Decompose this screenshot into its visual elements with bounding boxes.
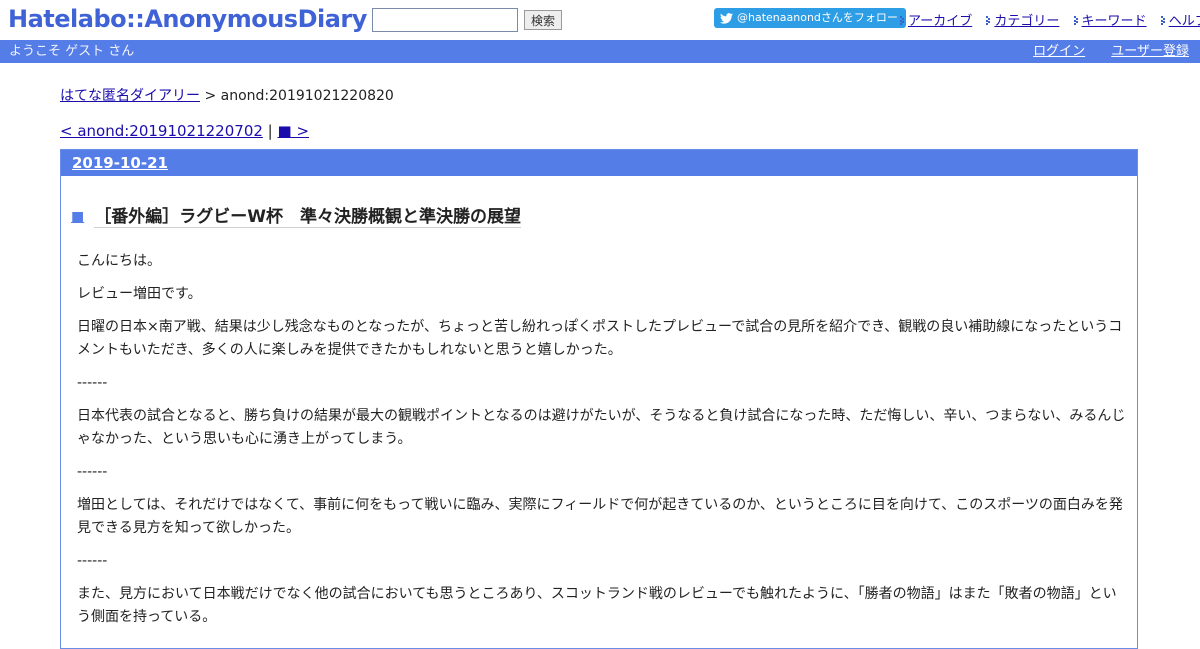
arrow-bullet-icon (900, 16, 904, 25)
entry-date-link[interactable]: 2019-10-21 (72, 154, 168, 172)
body-divider: ------ (77, 553, 108, 569)
entry-title-text: ［番外編］ラグビーW杯 準々決勝概観と準決勝の展望 (94, 207, 521, 228)
search-button[interactable]: 検索 (524, 10, 563, 30)
body-paragraph: また、見方において日本戦だけでなく他の試合においても思うところあり、スコットラン… (77, 586, 1117, 625)
body-paragraph: レビュー増田です。 (77, 286, 202, 302)
breadcrumb: はてな匿名ダイアリー > anond:20191021220820 (60, 85, 394, 105)
day-header: 2019-10-21 (61, 150, 1137, 176)
nav-help-link[interactable]: ヘルプ (1169, 14, 1200, 29)
body-divider: ------ (77, 464, 108, 480)
user-links: ログイン ユーザー登録 (1011, 40, 1189, 63)
welcome-text: ようこそ ゲスト さん (9, 44, 135, 59)
user-bar: ようこそ ゲスト さん ログイン ユーザー登録 (0, 40, 1200, 63)
prev-entry-link[interactable]: < anond:20191021220702 (60, 122, 263, 140)
header-nav: アーカイブ カテゴリー キーワード ヘルプ (900, 10, 1200, 29)
arrow-bullet-icon (1073, 16, 1078, 25)
register-link[interactable]: ユーザー登録 (1111, 44, 1189, 59)
header: Hatelabo::AnonymousDiary 検索 @hatenaanond… (0, 0, 1200, 40)
body-paragraph: 増田としては、それだけではなくて、事前に何をもって戦いに臨み、実際にフィールドで… (77, 497, 1123, 536)
arrow-bullet-icon (986, 16, 991, 25)
arrow-bullet-icon (1160, 16, 1165, 25)
nav-category-link[interactable]: カテゴリー (994, 14, 1059, 29)
body-paragraph: こんにちは。 (77, 253, 161, 269)
login-link[interactable]: ログイン (1033, 44, 1085, 59)
body-paragraph: 日曜の日本×南ア戦、結果は少し残念なものとなったが、ちょっと苦し紛れっぽくポスト… (77, 319, 1123, 358)
breadcrumb-current: anond:20191021220820 (220, 88, 394, 104)
site-logo[interactable]: Hatelabo::AnonymousDiary (8, 5, 367, 33)
pager-separator: | (262, 122, 278, 140)
nav-keyword-link[interactable]: キーワード (1082, 14, 1147, 29)
body-divider: ------ (77, 375, 108, 391)
entry-permalink-icon[interactable]: ■ (71, 209, 84, 225)
next-entry-link[interactable]: ■ > (278, 122, 310, 140)
breadcrumb-separator: > (200, 88, 221, 104)
twitter-follow-button[interactable]: @hatenaanondさんをフォロー (714, 8, 906, 28)
nav-archive-link[interactable]: アーカイブ (908, 14, 972, 29)
follow-label: @hatenaanondさんをフォロー (737, 11, 898, 24)
breadcrumb-home-link[interactable]: はてな匿名ダイアリー (60, 88, 200, 104)
entry-body: こんにちは。 レビュー増田です。 日曜の日本×南ア戦、結果は少し残念なものとなっ… (77, 250, 1129, 639)
entry-title: ■ ［番外編］ラグビーW杯 準々決勝概観と準決勝の展望 (71, 202, 521, 228)
body-paragraph: 日本代表の試合となると、勝ち負けの結果が最大の観戦ポイントとなるのは避けがたいが… (77, 408, 1126, 447)
diary-day: 2019-10-21 ■ ［番外編］ラグビーW杯 準々決勝概観と準決勝の展望 こん… (60, 149, 1138, 649)
search-input[interactable] (372, 8, 518, 32)
entry-pager: < anond:20191021220702 | ■ > (60, 122, 309, 140)
twitter-bird-icon (720, 12, 733, 24)
